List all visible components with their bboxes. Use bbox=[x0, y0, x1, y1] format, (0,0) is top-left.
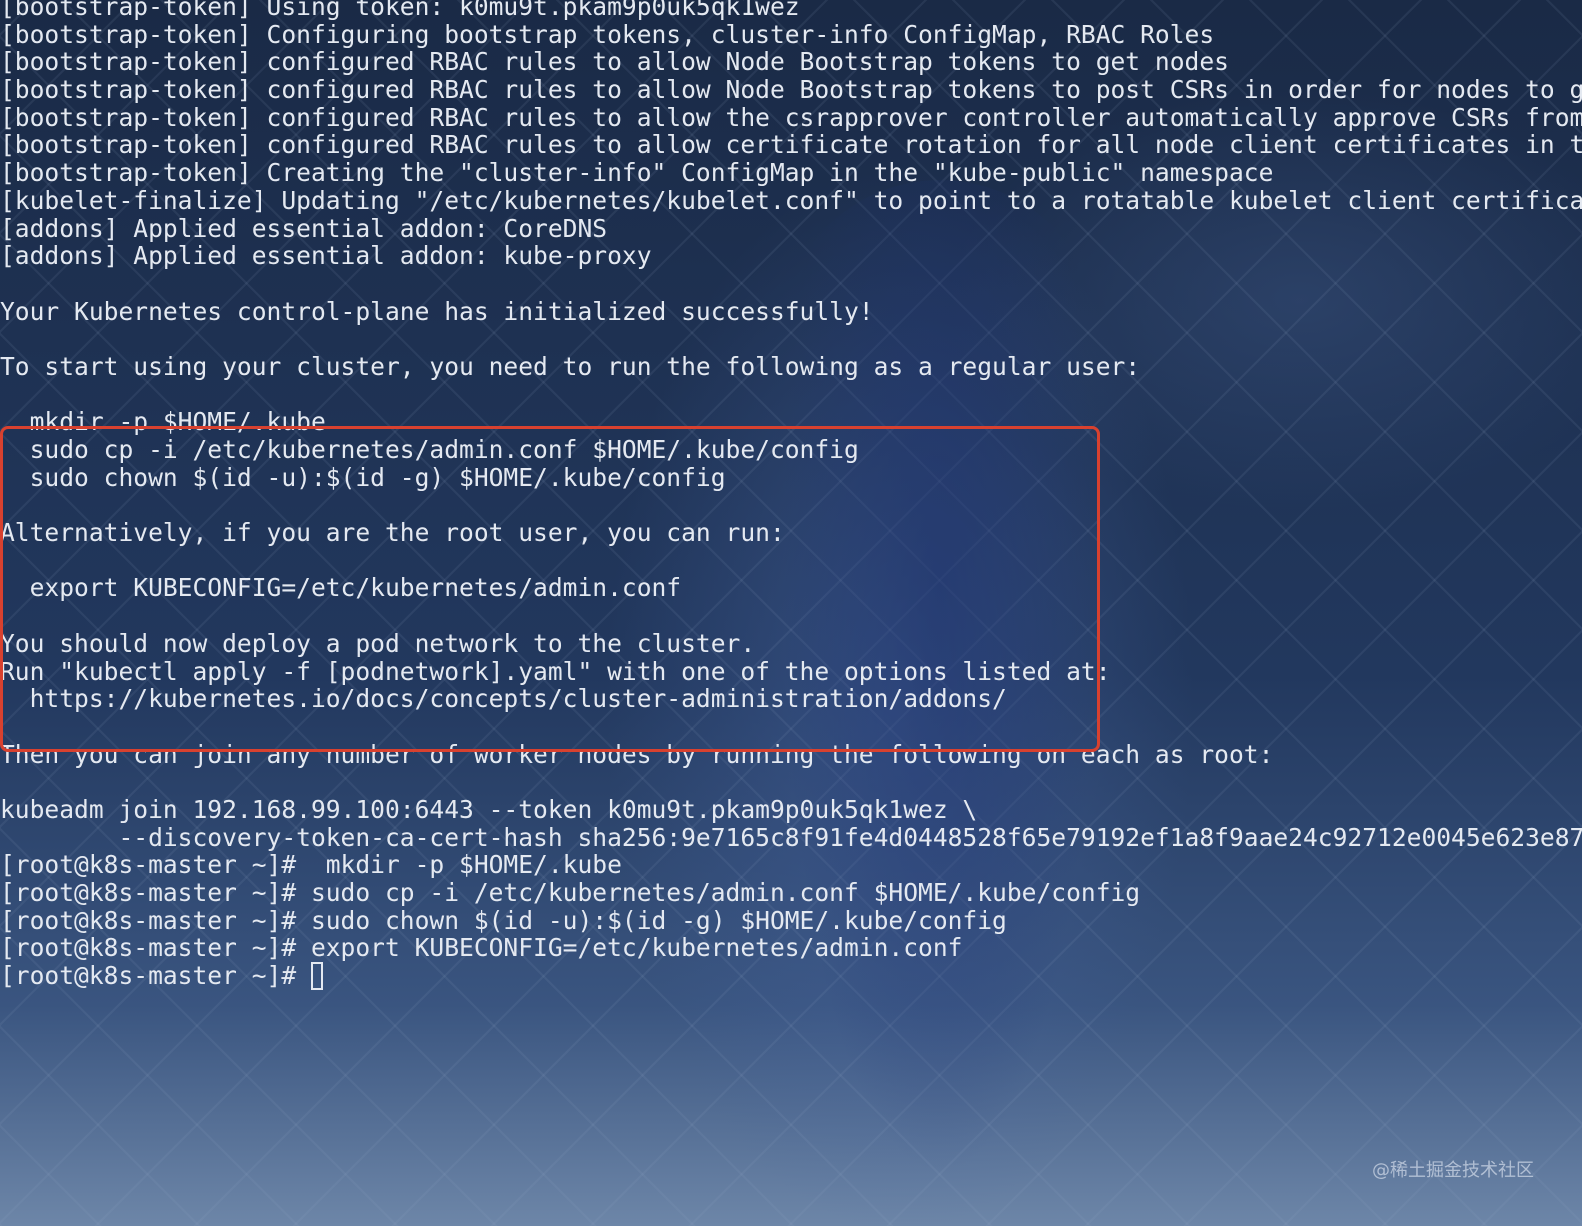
watermark: @稀土掘金技术社区 bbox=[1372, 1160, 1534, 1181]
highlight-annotation-box bbox=[0, 426, 1100, 752]
shell-prompt: [root@k8s-master ~]# bbox=[0, 961, 311, 991]
cursor-icon bbox=[310, 962, 323, 991]
